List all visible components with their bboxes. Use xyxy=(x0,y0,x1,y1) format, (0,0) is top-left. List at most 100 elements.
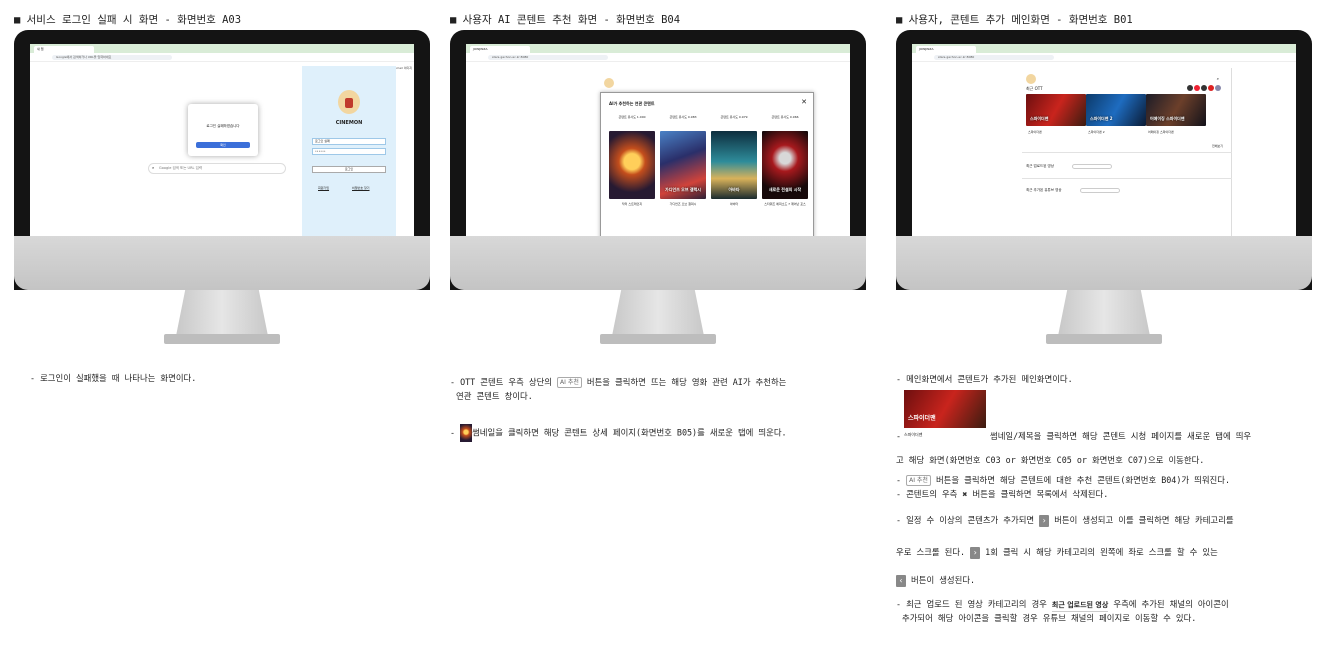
thumb-title: 어메이징 스파이더맨 xyxy=(1150,116,1185,121)
desc-text: - 일정 수 이상의 콘텐츠가 추가되면 xyxy=(896,515,1040,525)
similarity-label: 콘텐트 유사도 0.983 xyxy=(669,115,697,119)
monitor-chin xyxy=(450,236,866,290)
desc-text: 버튼을 클릭하면 목록에서 삭제된다. xyxy=(967,489,1109,499)
popcorn-logo-icon xyxy=(1026,74,1036,84)
example-thumbnail: 스파이더맨 스파이더맨 xyxy=(904,390,986,440)
poster-thumbnail[interactable]: 새로운 전설의 시작 xyxy=(762,131,808,199)
monitor-screen: 새 탭 Google에서 검색하거나 URL을 입력하세요 Gmail 이미지 … xyxy=(30,44,414,249)
id-field[interactable]: 로그인 실패 xyxy=(312,138,386,145)
description-line: - 썸네일을 클릭하면 해당 콘텐트 상세 페이지(화면번호 B05)를 새로운… xyxy=(450,424,787,442)
description-line: 우로 스크롤 된다. › 1회 클릭 시 해당 카테고리의 왼쪽에 좌로 스크롤… xyxy=(896,546,1218,559)
channel-icon[interactable] xyxy=(1187,85,1193,91)
more-link[interactable]: 전체보기 xyxy=(1212,144,1223,148)
desc-text: 1회 클릭 시 해당 카테고리의 왼쪽에 좌로 스크롤 할 수 있는 xyxy=(980,547,1218,557)
panel-title: ■ 서비스 로그인 실패 시 화면 - 화면번호 A03 xyxy=(14,14,242,26)
gmail-link[interactable]: Gmail 이미지 xyxy=(394,66,412,70)
address-input[interactable]: stars.gachon.ac.kr:8080 xyxy=(934,55,1054,60)
google-search-input[interactable]: Google 검색 또는 URL 입력 xyxy=(148,163,286,174)
section-title-ott: 최근 OTT xyxy=(1026,86,1043,91)
content-thumbnail[interactable]: 어메이징 스파이더맨 xyxy=(1146,94,1206,126)
monitor-base xyxy=(1046,334,1162,344)
alert-ok-button[interactable]: 확인 xyxy=(196,142,250,148)
desc-text: - 콘텐트의 우측 xyxy=(896,489,963,499)
monitor-stand xyxy=(612,290,704,336)
thumb-caption[interactable]: 어메이징 스파이더맨 xyxy=(1148,130,1174,134)
similarity-label: 콘텐트 유사도 0.966 xyxy=(771,115,799,119)
similarity-label: 콘텐트 유사도 0.979 xyxy=(720,115,748,119)
desc-text: - 최근 업로드 된 영상 카테고리의 경우 xyxy=(896,599,1052,609)
description-line: - OTT 콘텐트 우측 상단의 AI 추천 버튼을 클릭하면 뜨는 해당 영화… xyxy=(450,376,786,388)
panel-b01: ■ 사용자, 콘텐트 추가 메인화면 - 화면번호 B01 JOINJINZA … xyxy=(896,0,1336,656)
browser-tabbar: 새 탭 xyxy=(30,44,414,53)
monitor-stand xyxy=(1058,290,1150,336)
poster-thumbnail[interactable]: 아바타 xyxy=(711,131,757,199)
description-line: 연관 콘텐트 창이다. xyxy=(456,391,533,401)
ai-recommend-modal: AI가 추천하는 연관 콘텐트 ✕ 콘텐트 유사도 1.000 닥터 스트레인지… xyxy=(600,92,814,240)
search-icon[interactable]: ⌕ xyxy=(1217,76,1219,81)
login-fail-alert: 로그인 실패하였습니다 확인 xyxy=(188,104,258,156)
ai-recommend-badge: AI 추천 xyxy=(906,475,931,486)
poster-thumbnail-icon xyxy=(460,424,473,442)
address-input[interactable]: stars.gachon.ac.kr:8080 xyxy=(488,55,608,60)
thumb-title: 스파이더맨 xyxy=(1030,116,1049,121)
rec-title: 가디언즈 오브 갤럭시 xyxy=(669,202,697,206)
monitor-screen: JOINJINZA stars.gachon.ac.kr:8080 ⌕ 최근 O… xyxy=(912,44,1296,249)
browser-tab[interactable]: JOINJINZA xyxy=(916,46,976,53)
rec-card[interactable]: 콘텐트 유사도 0.966 새로운 전설의 시작 스타워즈 에피소드 7 깨어난… xyxy=(762,115,808,206)
rec-card[interactable]: 콘텐트 유사도 1.000 닥터 스트레인지 xyxy=(609,115,655,206)
rec-card[interactable]: 콘텐트 유사도 0.979 아바타 아바타 xyxy=(711,115,757,206)
thumb-caption[interactable]: 스파이더맨 2 xyxy=(1088,130,1105,134)
channel-add-input[interactable] xyxy=(1080,188,1120,193)
description-line: 추가되어 해당 아이콘을 클릭할 경우 유튜브 채널의 페이지로 이동할 수 있… xyxy=(902,613,1197,623)
login-button[interactable]: 로그인 xyxy=(312,166,386,173)
channel-icon[interactable] xyxy=(1208,85,1214,91)
login-panel: CINEMON 로그인 실패 •••••• 로그인 회원가입 비밀번호 찾기 xyxy=(302,66,396,249)
description-line: - 일정 수 이상의 콘텐츠가 추가되면 › 버튼이 생성되고 이를 클릭하면 … xyxy=(896,514,1234,527)
poster-title: 새로운 전설의 시작 xyxy=(768,187,802,192)
chevron-left-icon: ‹ xyxy=(896,574,906,587)
poster-thumbnail[interactable]: 가디언즈 오브 갤럭시 xyxy=(660,131,706,199)
popcorn-logo-icon xyxy=(604,78,614,88)
content-thumbnail[interactable]: 스파이더맨 xyxy=(1026,94,1086,126)
desc-text: - OTT 콘텐트 우측 상단의 xyxy=(450,377,558,387)
divider xyxy=(1022,178,1232,179)
thumb-caption: 스파이더맨 xyxy=(904,432,923,437)
monitor-screen: JOINJINZA stars.gachon.ac.kr:8080 AI가 추천… xyxy=(466,44,850,249)
poster-title: 아바타 xyxy=(728,187,740,192)
password-field[interactable]: •••••• xyxy=(312,148,386,155)
channel-icon[interactable] xyxy=(1215,85,1221,91)
poster-thumbnail[interactable] xyxy=(609,131,655,199)
popcorn-logo-icon xyxy=(338,90,360,114)
rec-card[interactable]: 콘텐트 유사도 0.983 가디언즈 오브 갤럭시 가디언즈 오브 갤럭시 xyxy=(660,115,706,206)
login-title: CINEMON xyxy=(335,120,363,126)
description-line: - AI 추천 버튼을 클릭하면 해당 콘텐트에 대한 추천 콘텐트(화면번호 … xyxy=(896,474,1230,486)
content-thumbnail[interactable]: 스파이더맨 2 xyxy=(1086,94,1146,126)
signup-link[interactable]: 회원가입 xyxy=(318,186,329,190)
channel-add-input[interactable] xyxy=(1072,164,1112,169)
close-icon[interactable]: ✕ xyxy=(801,98,807,106)
channel-icon[interactable] xyxy=(1194,85,1200,91)
divider xyxy=(1022,152,1232,153)
similarity-label: 콘텐트 유사도 1.000 xyxy=(618,115,646,119)
thumb-title: 스파이더맨 xyxy=(908,415,936,422)
channel-icon[interactable] xyxy=(1201,85,1207,91)
browser-address-bar: stars.gachon.ac.kr:8080 xyxy=(466,53,850,62)
description-line: - xyxy=(896,430,901,442)
chevron-right-icon: › xyxy=(1039,514,1050,527)
monitor-chin xyxy=(896,236,1312,290)
desc-text: - xyxy=(896,475,907,485)
panel-a03: ■ 서비스 로그인 실패 시 화면 - 화면번호 A03 새 탭 Google에… xyxy=(14,0,454,656)
thumb-caption[interactable]: 스파이더맨 xyxy=(1028,130,1042,134)
rec-title: 스타워즈 에피소드 7 깨어난 포스 xyxy=(764,202,806,206)
panel-b04: ■ 사용자 AI 콘텐트 추천 화면 - 화면번호 B04 JOINJINZA … xyxy=(450,0,890,656)
address-input[interactable]: Google에서 검색하거나 URL을 입력하세요 xyxy=(52,55,172,60)
browser-tab[interactable]: 새 탭 xyxy=(34,46,94,53)
description-line: - 콘텐트의 우측 ✖ 버튼을 클릭하면 목록에서 삭제된다. xyxy=(896,488,1108,500)
browser-tab[interactable]: JOINJINZA xyxy=(470,46,530,53)
section-label-uploaded: 최근 업로드된 영상 xyxy=(1051,599,1109,612)
monitor-base xyxy=(164,334,280,344)
description-line: 고 해당 화면(화면번호 C03 or 화면번호 C05 or 화면번호 C07… xyxy=(896,455,1205,465)
monitor-chin xyxy=(14,236,430,290)
description-line: ‹ 버튼이 생성된다. xyxy=(896,574,975,587)
find-password-link[interactable]: 비밀번호 찾기 xyxy=(352,186,370,190)
